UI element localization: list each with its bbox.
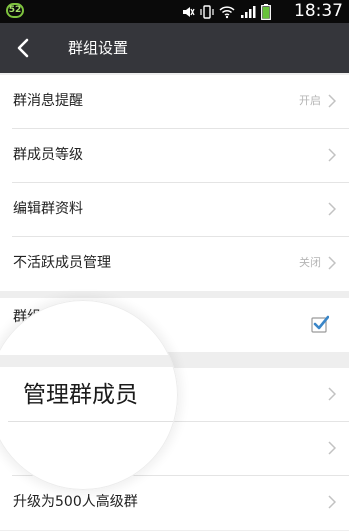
setting-value: 关闭 (299, 256, 321, 269)
chevron-right-icon (328, 202, 336, 216)
chevron-right-icon (328, 256, 336, 270)
chevron-right-icon (328, 94, 336, 108)
chevron-left-icon (17, 38, 29, 58)
page-title: 群组设置 (68, 39, 129, 57)
vibrate-icon (200, 4, 214, 19)
status-bar: 52 18:37 (0, 0, 349, 23)
setting-group-message-alert[interactable]: 群消息提醒 开启 (0, 75, 349, 129)
wifi-icon (219, 5, 235, 18)
chevron-right-icon (328, 441, 336, 455)
signal-icon (241, 5, 256, 18)
chevron-right-icon (328, 148, 336, 162)
setting-label: 编辑群资料 (13, 201, 83, 217)
status-time: 18:37 (294, 1, 343, 21)
setting-inactive-members[interactable]: 不活跃成员管理 关闭 (0, 237, 349, 291)
setting-label: 群消息提醒 (13, 93, 83, 109)
setting-value: 开启 (299, 94, 321, 107)
setting-label: 群成员等级 (13, 147, 83, 163)
setting-label: 升级为500人高级群 (13, 494, 138, 510)
status-icons (181, 3, 271, 20)
chevron-right-icon (328, 387, 336, 401)
battery-icon (261, 3, 271, 20)
setting-member-level[interactable]: 群成员等级 (0, 129, 349, 183)
setting-label: 不活跃成员管理 (13, 255, 111, 271)
chevron-right-icon (328, 495, 336, 509)
setting-edit-group-info[interactable]: 编辑群资料 (0, 183, 349, 237)
app-header: 群组设置 (0, 23, 349, 73)
mute-icon (183, 6, 195, 17)
notification-badge: 52 (6, 3, 24, 18)
back-button[interactable] (12, 36, 36, 60)
settings-group-1: 群消息提醒 开启 群成员等级 编辑群资料 不活跃成员管理 关闭 (0, 75, 349, 291)
checkbox[interactable] (311, 315, 329, 333)
